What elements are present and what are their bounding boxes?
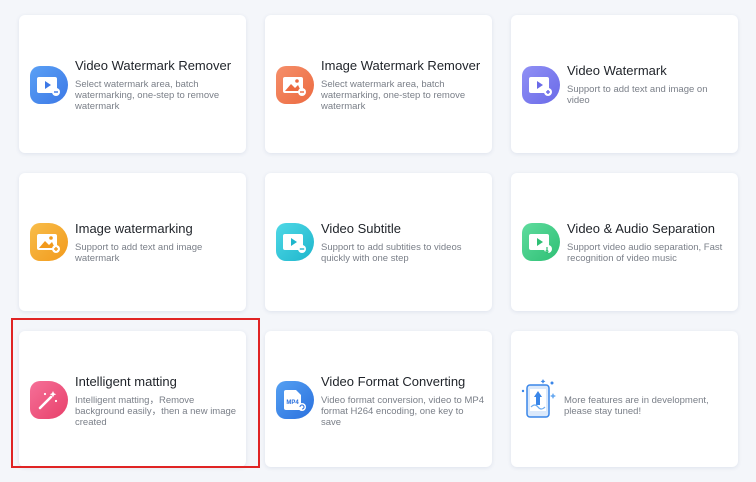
feature-card-video-format-converting[interactable]: MP4 Video Format Converting Video format… [265,331,492,467]
rocket-phone-icon [519,377,559,421]
mp4-label: MP4 [286,400,299,406]
feature-card-video-watermark[interactable]: Video Watermark Support to add text and … [511,15,738,153]
feature-card-video-audio-separation[interactable]: Video & Audio Separation Support video a… [511,173,738,311]
feature-card-image-watermark-remover[interactable]: Image Watermark Remover Select watermark… [265,15,492,153]
magic-wand-icon [30,381,68,419]
feature-title: Video Format Converting [321,374,466,389]
feature-card-video-watermark-remover[interactable]: Video Watermark Remover Select watermark… [19,15,246,153]
feature-card-intelligent-matting[interactable]: Intelligent matting Intelligent matting，… [19,331,246,467]
feature-description: Support video audio separation, Fast rec… [567,242,723,264]
feature-description: Support to add text and image watermark [75,242,203,264]
feature-title: Image Watermark Remover [321,58,481,73]
feature-title: Image watermarking [75,221,193,236]
feature-title: Video Watermark [567,63,667,78]
image-watermarking-icon [30,223,68,261]
video-audio-separation-icon [522,223,560,261]
image-watermark-remover-icon [276,66,314,104]
feature-description: Support to add subtities to videos quick… [321,242,462,264]
feature-card-video-subtitle[interactable]: Video Subtitle Support to add subtities … [265,173,492,311]
video-watermark-icon [522,66,560,104]
video-subtitle-icon [276,223,314,261]
more-features-card: More features are in development, please… [511,331,738,467]
feature-description: Select watermark area, batch watermarkin… [75,79,220,112]
more-features-text: More features are in development, please… [564,395,709,417]
feature-title: Video Watermark Remover [75,58,232,73]
feature-card-image-watermarking[interactable]: Image watermarking Support to add text a… [19,173,246,311]
feature-description: Intelligent matting，Remove background ea… [75,395,237,428]
feature-description: Support to add text and image on video [567,84,708,106]
feature-description: Select watermark area, batch watermarkin… [321,79,466,112]
feature-title: Video & Audio Separation [567,221,715,236]
mp4-file-icon: MP4 [276,381,314,419]
feature-description: Video format conversion, video to MP4 fo… [321,395,484,428]
video-watermark-remover-icon [30,66,68,104]
feature-title: Video Subtitle [321,221,401,236]
feature-title: Intelligent matting [75,374,177,389]
